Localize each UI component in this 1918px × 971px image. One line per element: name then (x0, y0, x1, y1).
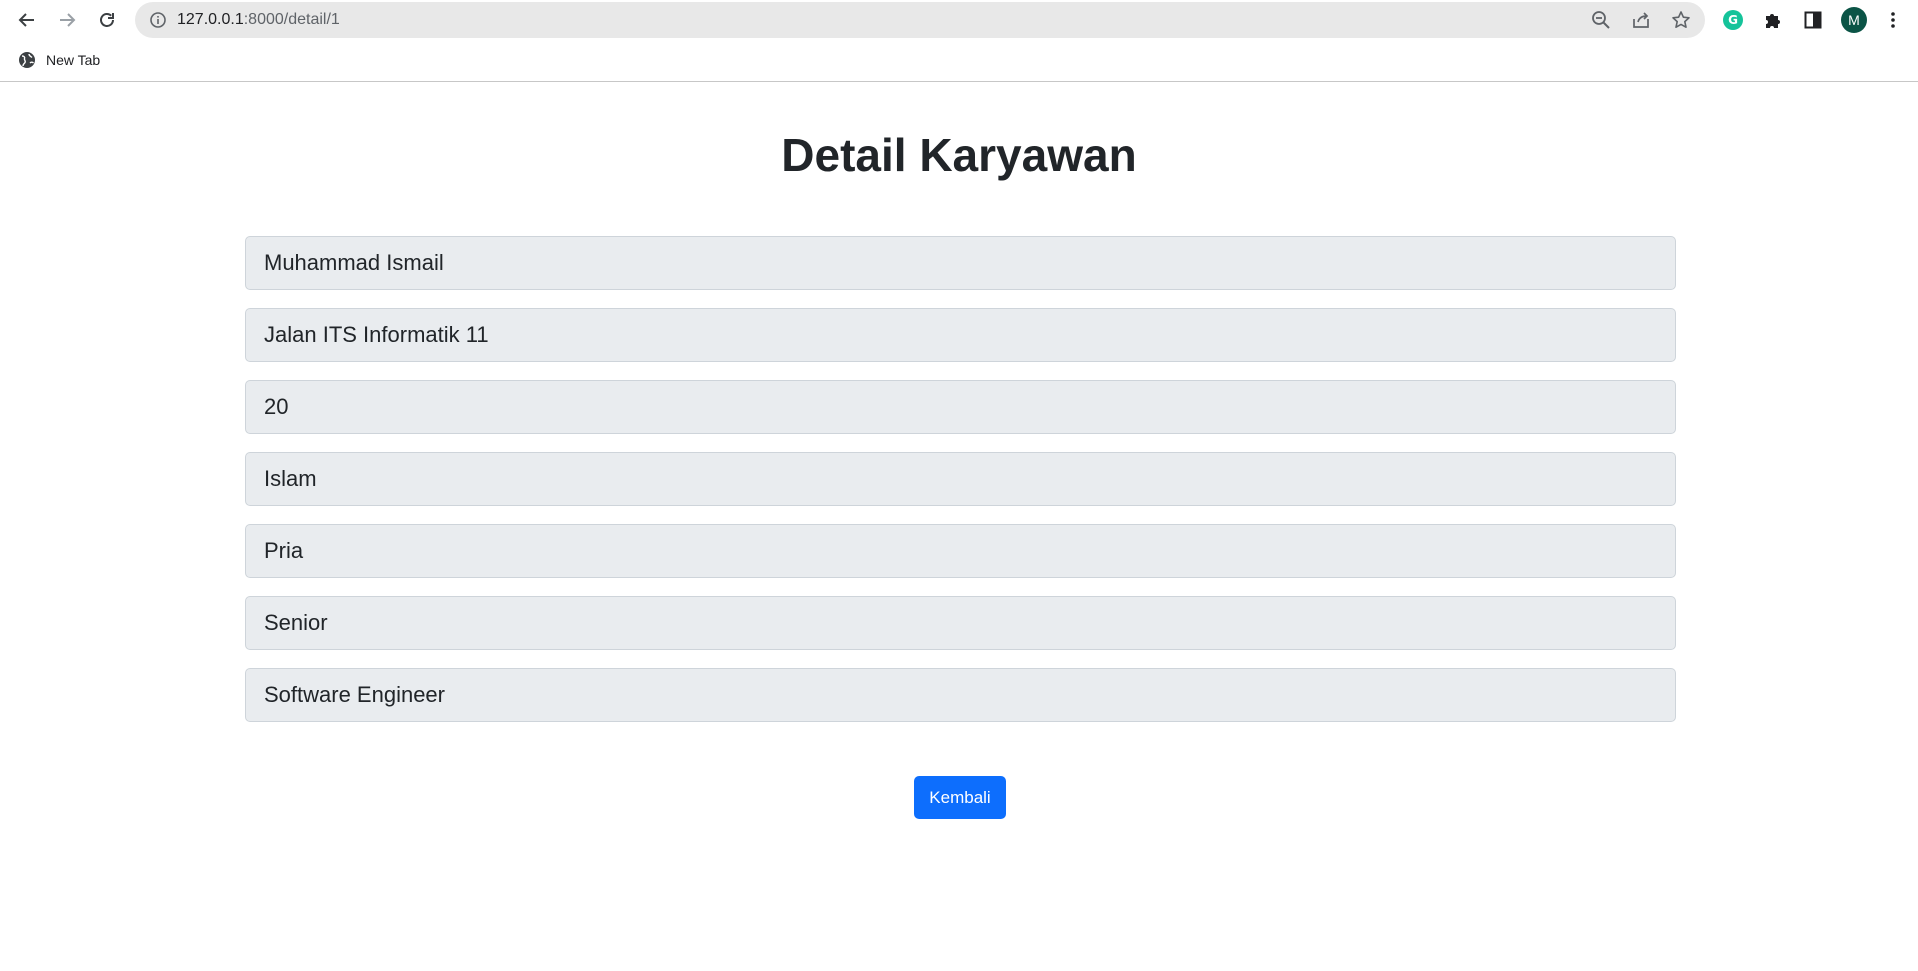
url-text[interactable]: 127.0.0.1:8000/detail/1 (177, 2, 340, 38)
kebab-menu-icon (1891, 12, 1895, 28)
avatar: M (1841, 7, 1867, 33)
forward-button[interactable] (53, 6, 81, 34)
puzzle-icon (1766, 14, 1780, 28)
star-icon[interactable] (1671, 10, 1691, 30)
reload-icon (100, 13, 114, 27)
profile-button[interactable]: M (1840, 6, 1868, 34)
arrow-right-icon (60, 13, 76, 27)
arrow-left-icon (18, 13, 34, 27)
bookmarks-bar: New Tab (0, 40, 1918, 82)
employee-gender-field[interactable]: Pria (245, 524, 1676, 578)
page-title: Detail Karyawan (781, 129, 1137, 181)
employee-religion-field[interactable]: Islam (245, 452, 1676, 506)
side-panel-button[interactable] (1799, 6, 1827, 34)
share-icon[interactable] (1631, 10, 1651, 30)
back-to-list-button[interactable]: Kembali (914, 776, 1006, 819)
magnifier-minus-icon[interactable] (1591, 10, 1611, 30)
globe-icon (19, 52, 35, 68)
employee-position-field[interactable]: Software Engineer (245, 668, 1676, 722)
side-panel-icon (1804, 11, 1822, 29)
browser-toolbar: 127.0.0.1:8000/detail/1 G M (0, 0, 1918, 40)
employee-level-field[interactable]: Senior (245, 596, 1676, 650)
reload-button[interactable] (93, 6, 121, 34)
bookmark-label: New Tab (46, 52, 101, 68)
browser-menu-button[interactable] (1879, 6, 1907, 34)
employee-age-field[interactable]: 20 (245, 380, 1676, 434)
address-bar[interactable]: 127.0.0.1:8000/detail/1 (135, 2, 1705, 38)
extensions-button[interactable] (1759, 6, 1787, 34)
site-info-icon[interactable] (149, 11, 167, 34)
url-path: :8000/detail/1 (243, 11, 340, 28)
url-host: 127.0.0.1 (177, 11, 244, 28)
page-content: Detail Karyawan Muhammad Ismail Jalan IT… (0, 83, 1918, 971)
grammarly-icon: G (1723, 10, 1743, 30)
employee-address-field[interactable]: Jalan ITS Informatik 11 (245, 308, 1676, 362)
back-button[interactable] (13, 6, 41, 34)
employee-name-field[interactable]: Muhammad Ismail (245, 236, 1676, 290)
grammarly-extension-button[interactable]: G (1719, 6, 1747, 34)
bookmark-new-tab[interactable]: New Tab (14, 48, 106, 72)
